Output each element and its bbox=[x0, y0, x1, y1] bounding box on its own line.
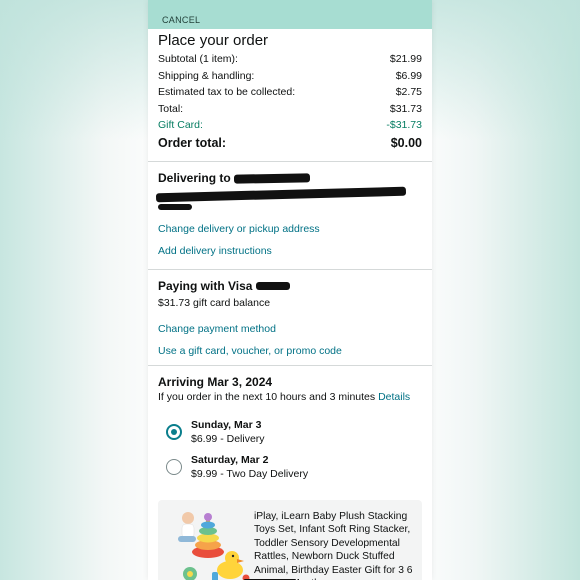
arrival-subtitle-text: If you order in the next 10 hours and 3 … bbox=[158, 390, 376, 403]
row-value: $2.75 bbox=[395, 86, 422, 98]
delivery-option-saturday[interactable]: Saturday, Mar 2 $9.99 - Two Day Delivery bbox=[166, 453, 422, 481]
redacted-address-mark-2 bbox=[158, 203, 192, 210]
product-card[interactable]: iPlay, iLearn Baby Plush Stacking Toys S… bbox=[158, 499, 422, 580]
delivery-option-sunday[interactable]: Sunday, Mar 3 $6.99 - Delivery bbox=[166, 418, 422, 446]
summary-row-order-total: Order total: $0.00 bbox=[158, 134, 422, 153]
option-price: $6.99 - Delivery bbox=[191, 432, 265, 445]
summary-row-gift-card: Gift Card: -$31.73 bbox=[158, 117, 422, 134]
arrival-title: Arriving Mar 3, 2024 bbox=[158, 374, 273, 389]
summary-row-shipping: Shipping & handling: $6.99 bbox=[158, 68, 422, 85]
change-address-link[interactable]: Change delivery or pickup address bbox=[158, 222, 422, 236]
radio-selected-icon[interactable] bbox=[166, 423, 182, 440]
summary-title: Place your order bbox=[158, 32, 269, 49]
summary-row-total: Total: $31.73 bbox=[158, 101, 422, 118]
redacted-name-mark bbox=[233, 172, 311, 184]
product-image bbox=[178, 511, 250, 580]
row-value: $21.99 bbox=[389, 53, 422, 65]
redacted-card-mark bbox=[256, 281, 290, 290]
arrival-subtitle: If you order in the next 10 hours and 3 … bbox=[158, 390, 422, 404]
change-payment-link[interactable]: Change payment method bbox=[158, 322, 422, 336]
row-label: Gift Card: bbox=[158, 119, 203, 131]
product-title[interactable]: iPlay, iLearn Baby Plush Stacking Toys S… bbox=[254, 510, 414, 580]
row-label: Estimated tax to be collected: bbox=[158, 86, 296, 98]
order-total-value: $0.00 bbox=[390, 135, 422, 150]
payment-title: Paying with Visa bbox=[158, 278, 253, 293]
gift-card-promo-link[interactable]: Use a gift card, voucher, or promo code bbox=[158, 344, 422, 358]
row-value: $6.99 bbox=[395, 69, 422, 82]
top-bar: CANCEL bbox=[148, 0, 432, 29]
summary-row-tax: Estimated tax to be collected: $2.75 bbox=[158, 84, 422, 101]
row-value: -$31.73 bbox=[386, 119, 422, 131]
cancel-button[interactable]: CANCEL bbox=[162, 15, 200, 25]
gift-card-balance: $31.73 gift card balance bbox=[158, 296, 271, 309]
option-date: Saturday, Mar 2 bbox=[191, 453, 269, 466]
row-label: Subtotal (1 item): bbox=[158, 53, 238, 65]
option-date: Sunday, Mar 3 bbox=[191, 418, 262, 431]
row-label: Total: bbox=[158, 102, 184, 115]
row-value: $31.73 bbox=[389, 102, 422, 115]
checkout-screen: CANCEL Place your order Subtotal (1 item… bbox=[148, 0, 432, 580]
delivery-section: Delivering to Change delivery or pickup … bbox=[148, 162, 432, 270]
row-label: Shipping & handling: bbox=[158, 69, 255, 82]
payment-section: Paying with Visa $31.73 gift card balanc… bbox=[148, 270, 432, 366]
details-link[interactable]: Details bbox=[378, 391, 410, 403]
add-instructions-link[interactable]: Add delivery instructions bbox=[158, 244, 422, 258]
order-summary: Place your order Subtotal (1 item): $21.… bbox=[148, 29, 432, 162]
option-price: $9.99 - Two Day Delivery bbox=[191, 467, 309, 480]
arrival-section: Arriving Mar 3, 2024 If you order in the… bbox=[148, 366, 432, 580]
summary-row-subtotal: Subtotal (1 item): $21.99 bbox=[158, 51, 422, 68]
order-total-label: Order total: bbox=[158, 135, 227, 150]
radio-unselected-icon[interactable] bbox=[166, 458, 182, 475]
